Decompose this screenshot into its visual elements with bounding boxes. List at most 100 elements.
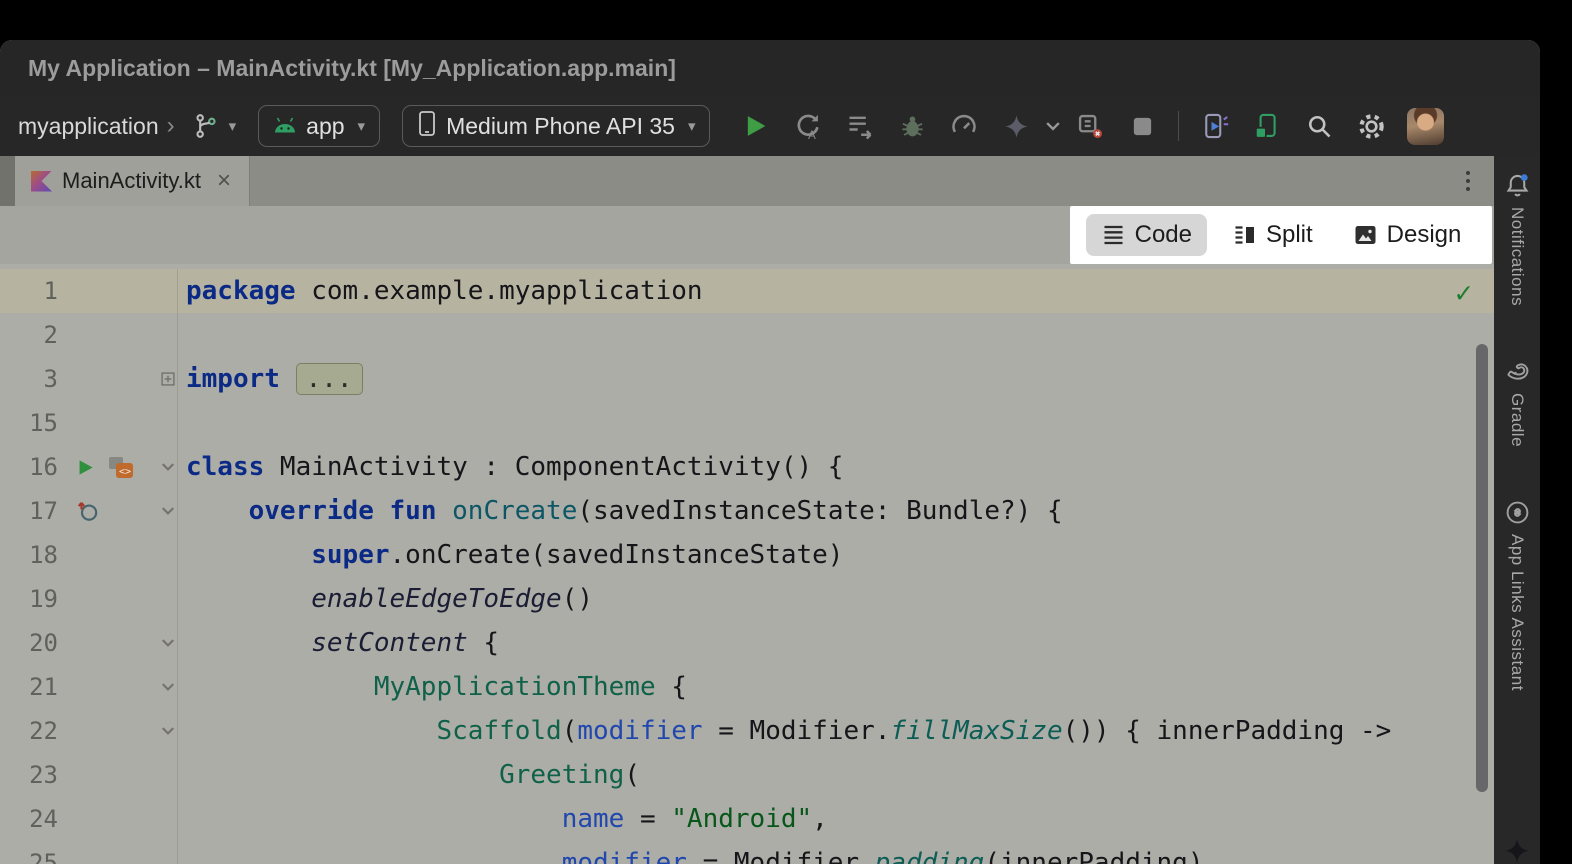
editor-tabbar: MainActivity.kt × — [0, 156, 1494, 206]
dropdown-caret[interactable] — [1044, 109, 1062, 143]
gutter: 2 — [0, 313, 178, 357]
run-config-select[interactable]: app ▾ — [258, 105, 380, 147]
tool-actions-cluster — [1189, 109, 1397, 143]
code-line-24[interactable]: 24 name = "Android", — [0, 797, 1494, 841]
search-button[interactable] — [1302, 109, 1336, 143]
line-number: 22 — [0, 717, 58, 745]
project-breadcrumb[interactable]: myapplication — [18, 113, 159, 140]
device-select[interactable]: Medium Phone API 35 ▾ — [402, 105, 710, 147]
line-number: 18 — [0, 541, 58, 569]
stripe-item-app-links-assistant[interactable]: App Links Assistant — [1504, 499, 1531, 691]
stripe-item-gradle[interactable]: Gradle — [1504, 358, 1531, 447]
gutter: 18 — [0, 533, 178, 577]
run-gutter-icon[interactable] — [76, 458, 95, 477]
run-button[interactable] — [739, 109, 773, 143]
code-line-23[interactable]: 23 Greeting( — [0, 753, 1494, 797]
toolbar-separator — [1178, 111, 1179, 141]
gutter: 17 — [0, 489, 178, 533]
stop-button[interactable] — [1125, 109, 1159, 143]
settings-button[interactable] — [1354, 109, 1388, 143]
code-editor[interactable]: 1package com.example.myapplication23impo… — [0, 264, 1494, 864]
code-text: import ... — [178, 357, 363, 401]
code-text: super.onCreate(savedInstanceState) — [178, 533, 843, 577]
running-devices-button[interactable] — [1198, 109, 1232, 143]
gemini-button[interactable] — [999, 109, 1033, 143]
view-mode-label: Design — [1387, 221, 1462, 249]
line-number: 1 — [0, 277, 58, 305]
line-number: 3 — [0, 365, 58, 393]
folded-imports-badge[interactable]: ... — [296, 363, 363, 395]
view-mode-design-button[interactable]: Design — [1338, 214, 1477, 256]
gutter: 19 — [0, 577, 178, 621]
view-mode-split-button[interactable]: Split — [1217, 214, 1328, 256]
tab-mainactivity[interactable]: MainActivity.kt × — [15, 156, 250, 206]
line-number: 19 — [0, 585, 58, 613]
code-text: override fun onCreate(savedInstanceState… — [178, 489, 1063, 533]
gutter: 22 — [0, 709, 178, 753]
line-number: 23 — [0, 761, 58, 789]
device-phone-icon — [417, 110, 437, 143]
tab-close-icon[interactable]: × — [217, 167, 231, 195]
gutter: 25 — [0, 841, 178, 864]
window-title: My Application – MainActivity.kt [My_App… — [28, 55, 676, 82]
apply-changes-button[interactable] — [843, 109, 877, 143]
profiler-button[interactable] — [947, 109, 981, 143]
window-titlebar: My Application – MainActivity.kt [My_App… — [0, 40, 1540, 96]
attach-debugger-button[interactable] — [1073, 109, 1107, 143]
stripe-item-notifications[interactable]: Notifications — [1504, 172, 1531, 306]
code-text: Greeting( — [178, 753, 640, 797]
run-actions-cluster: A — [730, 109, 1168, 143]
view-mode-toggle: Code Split Design — [1070, 206, 1492, 264]
fold-expand-icon[interactable] — [161, 372, 175, 386]
fold-chevron-icon[interactable] — [161, 462, 175, 472]
code-line-20[interactable]: 20 setContent { — [0, 621, 1494, 665]
code-line-25[interactable]: 25 modifier = Modifier.padding(innerPadd… — [0, 841, 1494, 864]
code-line-19[interactable]: 19 enableEdgeToEdge() — [0, 577, 1494, 621]
code-text: modifier = Modifier.padding(innerPadding… — [178, 841, 1204, 864]
vcs-branch-icon[interactable] — [189, 109, 223, 143]
inspections-check-icon[interactable]: ✓ — [1455, 276, 1472, 309]
code-line-16[interactable]: 16<>class MainActivity : ComponentActivi… — [0, 445, 1494, 489]
line-number: 20 — [0, 629, 58, 657]
code-line-22[interactable]: 22 Scaffold(modifier = Modifier.fillMaxS… — [0, 709, 1494, 753]
avatar[interactable] — [1407, 108, 1444, 145]
scrollbar-thumb[interactable] — [1476, 344, 1488, 792]
gutter: 21 — [0, 665, 178, 709]
code-line-18[interactable]: 18 super.onCreate(savedInstanceState) — [0, 533, 1494, 577]
vcs-dropdown-caret-icon[interactable]: ▾ — [229, 117, 237, 135]
compose-gutter-icon[interactable]: <> — [107, 455, 135, 480]
android-studio-window: My Application – MainActivity.kt [My_App… — [0, 40, 1540, 864]
debug-button[interactable] — [895, 109, 929, 143]
stripe-label: App Links Assistant — [1507, 534, 1527, 691]
code-line-2[interactable]: 2 — [0, 313, 1494, 357]
code-lines: 1package com.example.myapplication23impo… — [0, 269, 1494, 864]
fold-chevron-icon[interactable] — [161, 506, 175, 516]
code-line-3[interactable]: 3 import ... — [0, 357, 1494, 401]
editor-options-kebab-icon[interactable] — [1466, 171, 1470, 191]
view-mode-code-button[interactable]: Code — [1086, 214, 1207, 256]
view-mode-label: Code — [1135, 221, 1192, 249]
screen: My Application – MainActivity.kt [My_App… — [0, 0, 1572, 864]
code-line-21[interactable]: 21 MyApplicationTheme { — [0, 665, 1494, 709]
code-text: Scaffold(modifier = Modifier.fillMaxSize… — [178, 709, 1391, 753]
gutter: 20 — [0, 621, 178, 665]
override-gutter-icon[interactable] — [76, 499, 100, 523]
sparkle-icon[interactable] — [1502, 837, 1532, 864]
line-number: 15 — [0, 409, 58, 437]
code-icon — [1101, 224, 1126, 246]
run-config-label: app — [306, 113, 344, 140]
fold-chevron-icon[interactable] — [161, 682, 175, 692]
code-line-17[interactable]: 17 override fun onCreate(savedInstanceSt… — [0, 489, 1494, 533]
gutter: 23 — [0, 753, 178, 797]
split-icon — [1232, 224, 1257, 246]
profile-rerun-button[interactable]: A — [791, 109, 825, 143]
code-line-15[interactable]: 15 — [0, 401, 1494, 445]
line-number: 16 — [0, 453, 58, 481]
device-manager-button[interactable] — [1250, 109, 1284, 143]
fold-chevron-icon[interactable] — [161, 638, 175, 648]
right-tool-stripe: Notifications Gradle App Links Assistant — [1494, 156, 1540, 864]
code-line-1[interactable]: 1package com.example.myapplication — [0, 269, 1494, 313]
device-caret-icon: ▾ — [688, 117, 696, 135]
gutter: 16 <> — [0, 445, 178, 489]
fold-chevron-icon[interactable] — [161, 726, 175, 736]
